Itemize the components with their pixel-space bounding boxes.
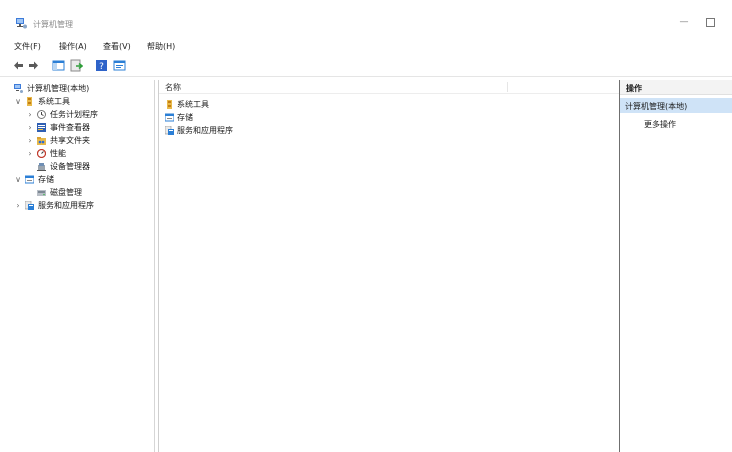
properties-icon[interactable] [113, 59, 126, 72]
menu-bar: 文件(F) 操作(A) 查看(V) 帮助(H) [0, 40, 732, 54]
actions-section-label: 计算机管理(本地) [625, 102, 688, 111]
tree-item-system-tools[interactable]: ∨ 系统工具 [14, 95, 152, 108]
tree-item-task-scheduler[interactable]: › 任务计划程序 [26, 108, 152, 121]
tree-item-event-viewer[interactable]: › 事件查看器 [26, 121, 152, 134]
tree-item-services-apps[interactable]: › 服务和应用程序 [14, 199, 152, 212]
chevron-right-icon[interactable]: › [26, 121, 34, 134]
navigation-tree: 计算机管理(本地) ∨ 系统工具 › 任务计划程序 › 事件查看器 › 共享文件… [10, 80, 155, 452]
column-name-label: 名称 [165, 83, 181, 92]
actions-pane: 操作 计算机管理(本地) 更多操作 [619, 80, 732, 452]
title-bar: 计算机管理 — [0, 0, 732, 34]
list-item[interactable]: 服务和应用程序 [165, 124, 365, 137]
list-item-label: 存储 [177, 113, 193, 122]
shared-folder-icon [37, 137, 46, 145]
svg-text:?: ? [99, 62, 104, 72]
menu-help[interactable]: 帮助(H) [147, 40, 175, 54]
tree-item-label: 任务计划程序 [50, 110, 98, 119]
tree-item-label: 设备管理器 [50, 162, 90, 171]
services-apps-icon [25, 201, 34, 210]
list-item-label: 系统工具 [177, 100, 209, 109]
system-tools-icon [167, 100, 172, 109]
tree-item-disk-management[interactable]: 磁盘管理 [26, 186, 152, 199]
device-manager-icon [37, 163, 46, 171]
actions-header: 操作 [620, 80, 732, 95]
tree-item-shared-folders[interactable]: › 共享文件夹 [26, 134, 152, 147]
menu-view[interactable]: 查看(V) [103, 40, 131, 54]
storage-icon [165, 113, 174, 122]
back-arrow-icon[interactable] [12, 59, 25, 72]
event-viewer-icon [37, 123, 46, 132]
system-tools-icon [27, 97, 32, 106]
menu-action[interactable]: 操作(A) [59, 40, 87, 54]
chevron-right-icon[interactable]: › [26, 134, 34, 147]
services-apps-icon [165, 126, 174, 135]
list-column-header[interactable]: 名称 [159, 80, 619, 94]
maximize-button[interactable] [706, 18, 715, 27]
chevron-right-icon[interactable]: › [14, 199, 22, 212]
more-actions-link[interactable]: 更多操作 [644, 119, 676, 130]
tree-item-label: 共享文件夹 [50, 136, 90, 145]
tree-item-performance[interactable]: › 性能 [26, 147, 152, 160]
chevron-down-icon[interactable]: ∨ [14, 173, 22, 186]
chevron-down-icon[interactable]: ∨ [14, 95, 22, 108]
storage-icon [25, 175, 34, 184]
computer-management-icon [14, 84, 23, 93]
performance-icon [37, 149, 46, 158]
chevron-right-icon[interactable]: › [26, 108, 34, 121]
window-title: 计算机管理 [33, 20, 73, 29]
tree-item-label: 磁盘管理 [50, 188, 82, 197]
tree-item-label: 事件查看器 [50, 123, 90, 132]
tree-item-label: 计算机管理(本地) [27, 84, 90, 93]
minimize-button[interactable]: — [678, 16, 690, 28]
list-item[interactable]: 存储 [165, 111, 365, 124]
chevron-right-icon[interactable]: › [26, 147, 34, 160]
tree-item-label: 系统工具 [38, 97, 70, 106]
details-list: 名称 系统工具 存储 服务和应用程序 [158, 80, 620, 452]
clock-icon [37, 110, 46, 119]
tree-item-computer-management[interactable]: 计算机管理(本地) [14, 82, 152, 95]
tree-item-storage[interactable]: ∨ 存储 [14, 173, 152, 186]
help-icon[interactable]: ? [95, 59, 108, 72]
toolbar: ? [0, 56, 732, 77]
list-item-label: 服务和应用程序 [177, 126, 233, 135]
menu-file[interactable]: 文件(F) [14, 40, 41, 54]
tree-item-label: 存储 [38, 175, 54, 184]
tree-item-device-manager[interactable]: 设备管理器 [26, 160, 152, 173]
show-hide-tree-icon[interactable] [52, 59, 65, 72]
list-item[interactable]: 系统工具 [165, 98, 365, 111]
column-divider[interactable] [507, 82, 508, 92]
export-list-icon[interactable] [70, 59, 83, 72]
tree-item-label: 服务和应用程序 [38, 201, 94, 210]
actions-header-label: 操作 [626, 84, 642, 93]
disk-management-icon [37, 190, 46, 196]
computer-management-icon [16, 18, 27, 29]
tree-item-label: 性能 [50, 149, 66, 158]
actions-section-computer-management[interactable]: 计算机管理(本地) [620, 98, 732, 113]
forward-arrow-icon[interactable] [27, 59, 40, 72]
